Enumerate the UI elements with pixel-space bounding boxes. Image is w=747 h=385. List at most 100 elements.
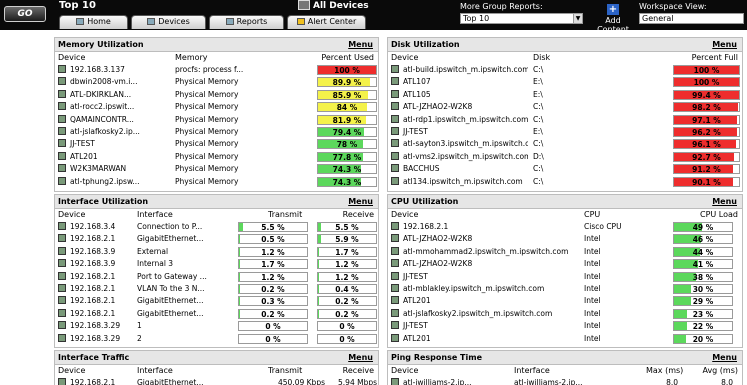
cpu-panel: CPU Utilization Menu Device CPU CPU Load 192.…: [387, 194, 743, 348]
interface-table-row[interactable]: 192.168.2.1 GigabitEthernet... 0.3 % 0.2 %: [55, 295, 378, 307]
memory-row-device: atl-tphung2.ipsw...: [58, 176, 170, 188]
interface-table-row[interactable]: 192.168.3.9 Internal 3 1.7 % 1.2 %: [55, 258, 378, 270]
memory-table-row[interactable]: QAMAINCONTR... Physical Memory 81.9 %: [55, 114, 378, 126]
disk-table-row[interactable]: ATL107 E:\ 100 %: [388, 76, 742, 88]
devices-icon: [147, 18, 156, 25]
tab-devices[interactable]: Devices: [131, 15, 206, 29]
disk-table-row[interactable]: ATL-JZHAO2-W2K8 C:\ 98.2 %: [388, 101, 742, 113]
memory-percent-bar-value: 79.4 %: [332, 127, 362, 137]
disk-device-name: atl-build.ipswitch_m.ipswitch.com: [403, 65, 528, 74]
disk-percent-bar-value: 97.1 %: [692, 115, 721, 125]
interface-table-row[interactable]: 192.168.3.9 External 1.2 % 1.7 %: [55, 246, 378, 258]
cpu-table-row[interactable]: 192.168.2.1 Cisco CPU 49 %: [388, 221, 742, 233]
interface-table-row[interactable]: 192.168.3.29 2 0 % 0 %: [55, 333, 378, 345]
disk-table-row[interactable]: atl-build.ipswitch_m.ipswitch.com C:\ 100 …: [388, 64, 742, 76]
disk-table-row[interactable]: JJ-TEST E:\ 96.2 %: [388, 126, 742, 138]
cpu-table-row[interactable]: ATL-JZHAO2-W2K8 Intel 41 %: [388, 258, 742, 270]
interface-col-device: Device: [58, 210, 86, 219]
device-icon: [391, 114, 399, 123]
tab-alert-center-label: Alert Center: [307, 17, 357, 26]
memory-percent-bar: 74.3 %: [317, 176, 377, 187]
interface-device-name: 192.168.3.29: [70, 333, 121, 343]
memory-row-detail: Physical Memory: [175, 164, 239, 174]
cpu-load-bar-value: 20 %: [692, 334, 714, 344]
cpu-table-row[interactable]: JJ-TEST Intel 22 %: [388, 320, 742, 332]
go-button[interactable]: GO: [4, 6, 46, 22]
interface-table-row[interactable]: 192.168.2.1 GigabitEthernet... 0.5 % 5.9 %: [55, 233, 378, 245]
cpu-table-row[interactable]: ATL-JZHAO2-W2K8 Intel 46 %: [388, 233, 742, 245]
cpu-col-cpu-load: CPU Load: [700, 210, 738, 219]
memory-table-row[interactable]: 192.168.3.137 procfs: process f... 100 %: [55, 64, 378, 76]
disk-table-row[interactable]: BACCHUS C:\ 91.2 %: [388, 163, 742, 175]
cpu-table-row[interactable]: ATL201 Intel 29 %: [388, 295, 742, 307]
memory-device-name: 192.168.3.137: [70, 65, 125, 74]
disk-row-device: atl-build.ipswitch_m.ipswitch.com: [391, 64, 528, 76]
memory-table-row[interactable]: atl-jslafkosky2.ip... Physical Memory 79.4…: [55, 126, 378, 138]
disk-menu-link[interactable]: Menu: [712, 38, 737, 51]
disk-percent-bar-value: 98.2 %: [692, 103, 721, 113]
add-icon: +: [607, 4, 619, 15]
disk-table-row[interactable]: atl-vms2.ipswitch_m.ipswitch.com D:\ 92.7 …: [388, 151, 742, 163]
cpu-row-device: ATL201: [391, 333, 579, 345]
cpu-col-device: Device: [391, 210, 419, 219]
memory-row-device: ATL201: [58, 151, 170, 163]
interface-table-row[interactable]: 192.168.3.4 Connection to P... 5.5 % 5.5 %: [55, 221, 378, 233]
traffic-col-transmit: Transmit: [268, 366, 303, 375]
tab-home[interactable]: Home: [59, 15, 128, 29]
memory-table-row[interactable]: JJ-TEST Physical Memory 78 %: [55, 138, 378, 150]
memory-table-row[interactable]: atl-tphung2.ipsw... Physical Memory 74.3 %: [55, 176, 378, 188]
interface-table-row[interactable]: 192.168.2.1 Port to Gateway ... 1.2 % 1.2 %: [55, 271, 378, 283]
interface-table-row[interactable]: 192.168.3.29 1 0 % 0 %: [55, 320, 378, 332]
interface-row-detail: Connection to P...: [137, 222, 203, 231]
memory-table-row[interactable]: dbwin2008-vm.i... Physical Memory 89.9 %: [55, 76, 378, 88]
memory-row-detail: Physical Memory: [175, 139, 239, 149]
disk-table-row[interactable]: atl-rdp1.ipswitch_m.ipswitch.com C:\ 97.1 …: [388, 114, 742, 126]
traffic-table-row[interactable]: 192.168.2.1 GigabitEthernet... 450.09 Kbps…: [55, 377, 378, 385]
interface-row-detail: GigabitEthernet...: [137, 296, 204, 306]
cpu-table-row[interactable]: JJ-TEST Intel 38 %: [388, 271, 742, 283]
device-group-icon: [298, 0, 310, 10]
interface-menu-link[interactable]: Menu: [348, 195, 373, 208]
cpu-table-row[interactable]: ATL201 Intel 20 %: [388, 333, 742, 345]
ping-menu-link[interactable]: Menu: [712, 351, 737, 364]
traffic-menu-link[interactable]: Menu: [348, 351, 373, 364]
traffic-col-device: Device: [58, 366, 86, 375]
memory-table-row[interactable]: W2K3MARWAN Physical Memory 74.3 %: [55, 163, 378, 175]
ping-col-device: Device: [391, 366, 419, 375]
more-group-reports-select[interactable]: Top 10 ▼: [460, 13, 583, 24]
memory-table-row[interactable]: ATL-DKIRKLAN... Physical Memory 85.9 %: [55, 89, 378, 101]
memory-device-name: ATL201: [70, 151, 98, 161]
ping-table-row[interactable]: atl-jwilliams-2.ip... atl-jwilliams-2.ip.…: [388, 377, 742, 385]
disk-panel-title: Disk Utilization: [391, 40, 460, 49]
transmit-bar: 5.5 %: [238, 222, 308, 232]
all-devices-label[interactable]: All Devices: [298, 0, 369, 12]
interface-table-row[interactable]: 192.168.2.1 VLAN To the 3 N... 0.2 % 0.4 %: [55, 283, 378, 295]
memory-menu-link[interactable]: Menu: [348, 38, 373, 51]
tab-alert-center[interactable]: Alert Center: [287, 15, 366, 29]
transmit-bar: 0 %: [238, 333, 308, 344]
chevron-down-icon[interactable]: ▼: [573, 14, 582, 23]
traffic-col-receive: Receive: [342, 366, 374, 375]
disk-table-row[interactable]: atl-sayton3.ipswitch_m.ipswitch.com C:\ 96…: [388, 138, 742, 150]
disk-table-row[interactable]: ATL105 E:\ 99.4 %: [388, 89, 742, 101]
cpu-table-row[interactable]: atl-mblakley.ipswitch_m.ipswitch.com Inte…: [388, 283, 742, 295]
memory-table-row[interactable]: ATL201 Physical Memory 77.8 %: [55, 151, 378, 163]
add-content-button[interactable]: + Add Content: [590, 4, 636, 34]
interface-table-row[interactable]: 192.168.2.1 GigabitEthernet... 0.2 % 0.2 %: [55, 308, 378, 320]
memory-panel-header: Memory Utilization Menu: [55, 38, 378, 52]
memory-table-row[interactable]: atl-rocc2.ipswit... Physical Memory 84 %: [55, 101, 378, 113]
disk-percent-bar-value: 100 %: [693, 78, 720, 88]
cpu-table-row[interactable]: atl-mmohammad2.ipswitch_m.ipswitch.com In…: [388, 246, 742, 258]
disk-table-row[interactable]: atl134.ipswitch_m.ipswitch.com C:\ 90.1 %: [388, 176, 742, 188]
cpu-row-detail: Intel: [584, 333, 601, 343]
interface-device-name: 192.168.2.1: [70, 271, 116, 281]
transmit-bar-value: 1.2 %: [261, 247, 285, 257]
cpu-table-row[interactable]: atl-jslafkosky2.ipswitch_m.ipswitch.com I…: [388, 308, 742, 320]
transmit-bar: 0.2 %: [238, 283, 308, 294]
workspace-view-select[interactable]: General: [639, 13, 744, 24]
memory-percent-bar: 81.9 %: [317, 114, 377, 125]
memory-row-detail: Physical Memory: [175, 126, 239, 136]
cpu-menu-link[interactable]: Menu: [712, 195, 737, 208]
tab-reports[interactable]: Reports: [209, 15, 284, 29]
disk-device-name: ATL107: [403, 77, 431, 87]
